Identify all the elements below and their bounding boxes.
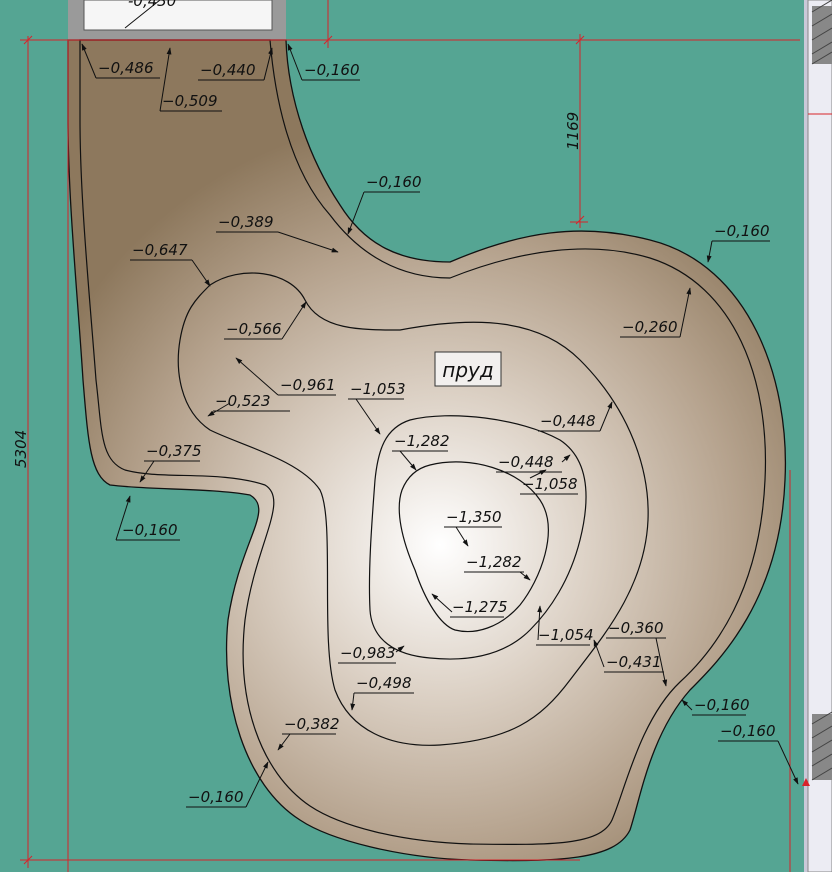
depth-value: −0,523 (215, 392, 271, 410)
leader-arrow (681, 699, 693, 711)
depth-value: −1,282 (466, 553, 522, 571)
top-partial-label: -0,430 (128, 0, 176, 10)
depth-value: −0,160 (366, 173, 422, 191)
depth-value: −0,260 (622, 318, 678, 336)
leader-arrow (287, 43, 303, 81)
depth-value: −0,440 (200, 61, 256, 79)
depth-value: −0,486 (98, 59, 154, 77)
depth-value: −0,448 (540, 412, 596, 430)
depth-value: −1,350 (446, 508, 502, 526)
depth-value: −0,382 (284, 715, 340, 733)
depth-value: −0,160 (188, 788, 244, 806)
depth-label-d25: −0,983 (338, 644, 405, 664)
pond-label: пруд (442, 358, 493, 382)
depth-value: −0,160 (122, 521, 178, 539)
depth-value: −0,160 (304, 61, 360, 79)
depth-label-d19: −0,160 (115, 495, 180, 541)
depth-value: −1,282 (394, 432, 450, 450)
dimension-height: 5304 (12, 430, 30, 468)
depth-value: −0,448 (498, 453, 554, 471)
pond-plan-drawing: -0,430 5304 1169 пруд −0,486 −0,440−0,50… (12, 0, 832, 872)
depth-label-d28: −0,160 (681, 696, 750, 716)
depth-value: −0,389 (218, 213, 274, 231)
depth-value: −0,160 (714, 222, 770, 240)
leader-arrow (706, 240, 713, 263)
depth-value: −0,160 (720, 722, 776, 740)
depth-value: −0,360 (608, 619, 664, 637)
depth-value: −0,647 (132, 241, 188, 259)
depth-value: −0,160 (694, 696, 750, 714)
depth-label-d5: −0,160 (347, 173, 422, 235)
depth-value: −1,275 (452, 598, 508, 616)
dimension-offset: 1169 (564, 112, 582, 150)
depth-label-d8: −0,160 (706, 222, 770, 263)
depth-label-d30: −0,160 (718, 722, 799, 785)
depth-value: −0,509 (162, 92, 218, 110)
entrance-wall: -0,430 (68, 0, 286, 40)
depth-value: −0,983 (340, 644, 396, 662)
depth-value: −0,375 (146, 442, 202, 460)
depth-value: −0,431 (606, 653, 662, 671)
depth-value: −0,566 (226, 320, 282, 338)
depth-label-d4: −0,160 (287, 43, 360, 81)
depth-value: −1,053 (350, 380, 406, 398)
depth-value: −0,498 (356, 674, 412, 692)
depth-value: −0,961 (280, 376, 336, 394)
depth-value: −1,054 (538, 626, 594, 644)
depth-value: −1,058 (522, 475, 578, 493)
leader-arrow (777, 740, 799, 785)
pond-name-box: пруд (434, 351, 502, 387)
building-wall-right (802, 0, 832, 872)
